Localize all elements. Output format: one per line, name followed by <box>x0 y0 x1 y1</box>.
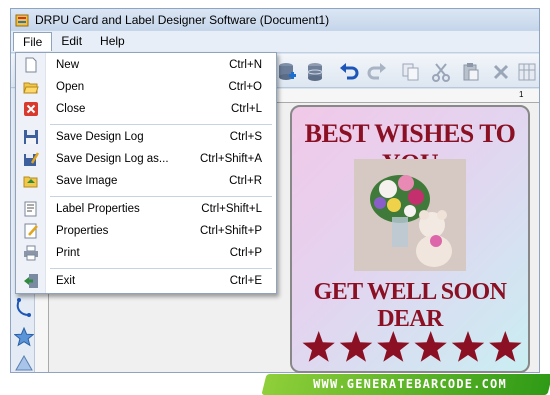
menu-item-shortcut: Ctrl+Shift+L <box>201 203 262 215</box>
database-add-icon[interactable] <box>276 61 298 83</box>
menu-item-label: Save Image <box>56 175 118 187</box>
menu-item-label: Exit <box>56 275 76 287</box>
menu-separator <box>50 124 272 125</box>
menu-item-shortcut: Ctrl+P <box>229 247 262 259</box>
menu-item-label: Label Properties <box>56 203 140 215</box>
database-icon[interactable] <box>304 61 326 83</box>
open-folder-icon <box>23 79 39 95</box>
menu-item-shortcut: Ctrl+N <box>229 59 262 71</box>
close-icon <box>23 101 39 117</box>
menu-bar: File Edit Help <box>11 31 539 53</box>
redo-icon[interactable] <box>366 61 388 83</box>
label-card[interactable]: BEST WISHES TO YOU GET WELL SOON DEAR <box>290 105 530 373</box>
ruler-tick-label: 1 <box>519 90 524 99</box>
star-shape <box>339 331 373 362</box>
label-properties-icon <box>23 201 39 217</box>
menu-item-open[interactable]: Open Ctrl+O <box>16 76 276 98</box>
grid-icon[interactable] <box>516 61 538 83</box>
undo-icon[interactable] <box>338 61 360 83</box>
star-shape <box>451 331 485 362</box>
menu-separator <box>50 268 272 269</box>
properties-icon <box>23 223 39 239</box>
delete-icon[interactable] <box>490 61 512 83</box>
menu-item-exit[interactable]: Exit Ctrl+E <box>16 270 276 292</box>
window-title: DRPU Card and Label Designer Software (D… <box>35 13 330 27</box>
title-bar: DRPU Card and Label Designer Software (D… <box>11 9 539 31</box>
menu-file[interactable]: File <box>13 32 53 51</box>
menu-item-new[interactable]: New Ctrl+N <box>16 54 276 76</box>
menu-item-label: New <box>56 59 80 71</box>
menu-separator <box>50 196 272 197</box>
menu-edit[interactable]: Edit <box>52 32 91 51</box>
menu-item-label: Save Design Log <box>56 131 144 143</box>
menu-item-shortcut: Ctrl+Shift+A <box>200 153 262 165</box>
menu-item-label: Properties <box>56 225 109 237</box>
menu-item-shortcut: Ctrl+Shift+P <box>200 225 262 237</box>
footer-url[interactable]: WWW.GENERATEBARCODE.COM <box>280 377 540 393</box>
save-as-icon <box>23 151 40 167</box>
menu-item-properties[interactable]: Properties Ctrl+Shift+P <box>16 220 276 242</box>
exit-icon <box>23 273 39 289</box>
new-document-icon <box>23 57 39 73</box>
star-shape <box>302 331 335 362</box>
cut-icon[interactable] <box>430 61 452 83</box>
menu-help[interactable]: Help <box>91 32 134 51</box>
printer-icon <box>23 245 39 261</box>
menu-item-shortcut: Ctrl+E <box>229 275 262 287</box>
copy-icon[interactable] <box>400 61 422 83</box>
save-icon <box>23 129 39 145</box>
menu-item-close[interactable]: Close Ctrl+L <box>16 98 276 120</box>
menu-item-save-design-log-as[interactable]: Save Design Log as... Ctrl+Shift+A <box>16 148 276 170</box>
triangle-tool-icon[interactable] <box>15 354 33 372</box>
horizontal-ruler: 1 <box>276 89 539 103</box>
save-image-icon <box>23 173 39 189</box>
paste-icon[interactable] <box>460 61 482 83</box>
menu-item-save-image[interactable]: Save Image Ctrl+R <box>16 170 276 192</box>
star-shape <box>489 331 522 362</box>
menu-item-shortcut: Ctrl+L <box>231 103 262 115</box>
menu-item-save-design-log[interactable]: Save Design Log Ctrl+S <box>16 126 276 148</box>
menu-item-label: Open <box>56 81 85 93</box>
menu-item-label: Print <box>56 247 80 259</box>
menu-item-print[interactable]: Print Ctrl+P <box>16 242 276 264</box>
star-row[interactable] <box>300 329 524 365</box>
star-shape <box>377 331 410 362</box>
menu-item-label-properties[interactable]: Label Properties Ctrl+Shift+L <box>16 198 276 220</box>
app-logo-icon <box>15 13 30 28</box>
menu-item-shortcut: Ctrl+O <box>228 81 262 93</box>
menu-item-shortcut: Ctrl+R <box>229 175 262 187</box>
menu-item-label: Close <box>56 103 86 115</box>
menu-item-shortcut: Ctrl+S <box>229 131 262 143</box>
star-tool-icon[interactable] <box>13 326 35 350</box>
menu-item-label: Save Design Log as... <box>56 153 169 165</box>
curve-tool-icon[interactable] <box>15 297 33 322</box>
card-subline[interactable]: GET WELL SOON DEAR <box>292 279 528 333</box>
card-photo[interactable] <box>354 159 466 271</box>
file-menu-dropdown: New Ctrl+N Open Ctrl+O Close Ctrl+L Save… <box>15 52 277 294</box>
star-shape <box>414 331 447 362</box>
